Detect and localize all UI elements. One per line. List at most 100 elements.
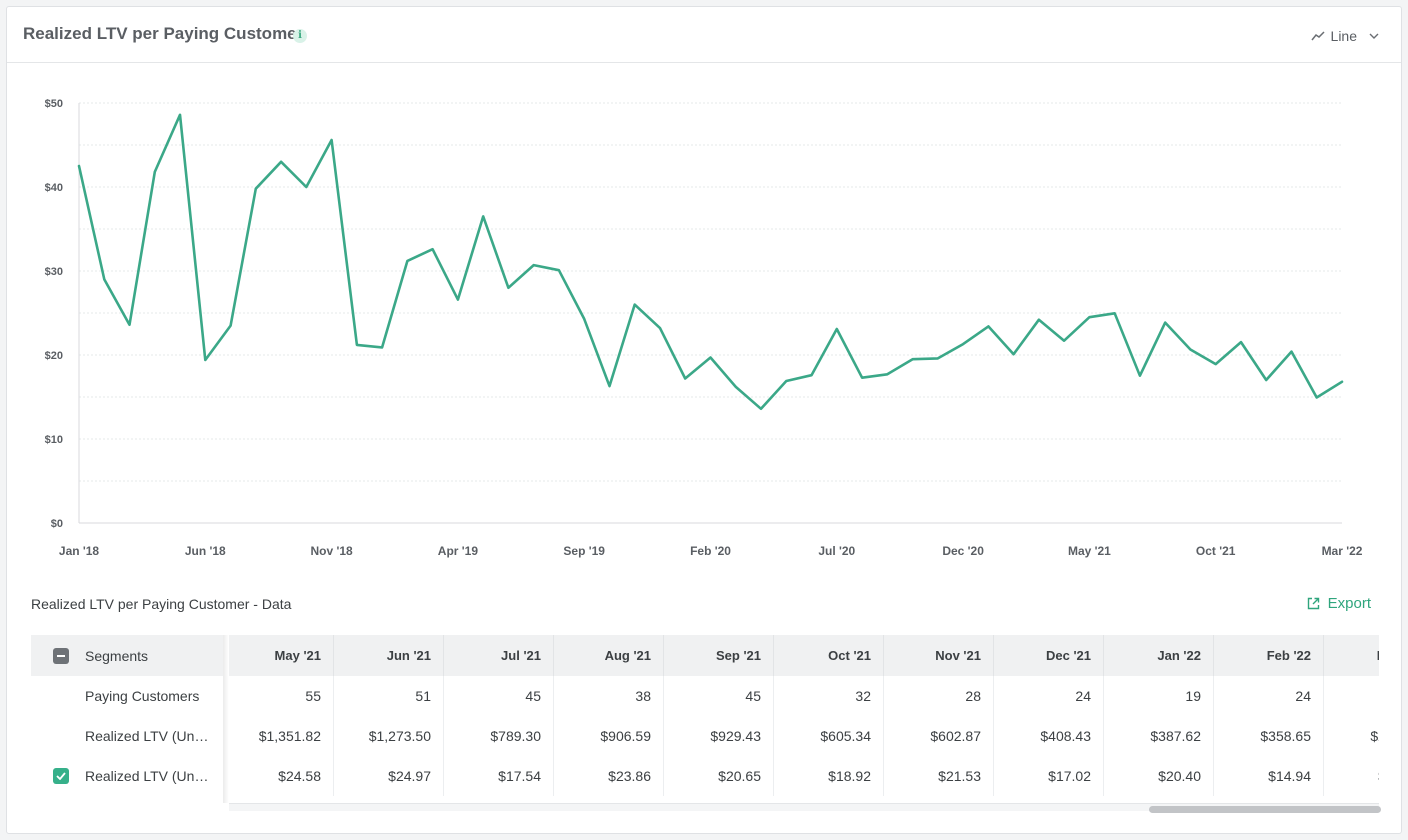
table-cell: $387.62: [1104, 716, 1214, 756]
column-header[interactable]: Mar '22: [1324, 635, 1379, 676]
export-button[interactable]: Export: [1307, 595, 1371, 612]
data-point: [1087, 315, 1092, 320]
table-cell: $24.58: [229, 756, 334, 796]
table-column: Jul '21 45 $789.30 $17.54: [444, 635, 554, 796]
data-point: [380, 345, 385, 350]
table-cell: $602.87: [884, 716, 994, 756]
table-column: Oct '21 32 $605.34 $18.92: [774, 635, 884, 796]
segment-label: Realized LTV (Un…: [85, 728, 209, 744]
data-point: [632, 302, 637, 307]
data-point: [935, 356, 940, 361]
table-cell: $17.02: [994, 756, 1104, 796]
export-label: Export: [1327, 595, 1371, 612]
table-cell: $1,351.82: [229, 716, 334, 756]
column-header[interactable]: Aug '21: [554, 635, 664, 676]
data-point: [860, 375, 865, 380]
column-header[interactable]: May '21: [229, 635, 334, 676]
table-cell: $20.40: [1104, 756, 1214, 796]
data-point: [809, 373, 814, 378]
x-tick-label: Jan '18: [59, 544, 100, 558]
data-point: [127, 322, 132, 327]
table-cell: 24: [1214, 676, 1324, 716]
data-point: [77, 164, 82, 169]
data-point: [279, 159, 284, 164]
column-header[interactable]: Jul '21: [444, 635, 554, 676]
data-point: [405, 258, 410, 263]
table-cell: 55: [229, 676, 334, 716]
data-point: [582, 316, 587, 321]
series-line: [77, 113, 1344, 411]
y-tick-label: $40: [45, 182, 63, 194]
segments-column: Segments Paying Customers Realized LTV (…: [31, 635, 223, 796]
column-header[interactable]: Jan '22: [1104, 635, 1214, 676]
data-point: [178, 112, 183, 117]
table-cell: $358.65: [1214, 716, 1324, 756]
table-column: Feb '22 24 $358.65 $14.94: [1214, 635, 1324, 796]
data-point: [304, 185, 309, 190]
column-header[interactable]: Dec '21: [994, 635, 1104, 676]
data-point: [481, 214, 486, 219]
table-cell: $17.54: [444, 756, 554, 796]
data-point: [506, 285, 511, 290]
scrollbar-thumb[interactable]: [1149, 806, 1381, 813]
table-scroll-area[interactable]: May '21 55 $1,351.82 $24.58 Jun '21 51 $1,273.…: [229, 635, 1379, 803]
horizontal-scrollbar[interactable]: [229, 803, 1381, 813]
data-point: [531, 263, 536, 268]
table-cell: 45: [664, 676, 774, 716]
data-point: [961, 342, 966, 347]
table-cell: $906.59: [554, 716, 664, 756]
segment-label: Paying Customers: [85, 688, 200, 704]
x-tick-label: Dec '20: [942, 544, 984, 558]
y-tick-label: $50: [45, 98, 63, 110]
table-cell: $21.53: [884, 756, 994, 796]
table-cell: $18.92: [774, 756, 884, 796]
x-tick-label: Jun '18: [185, 544, 226, 558]
table-cell: $14.94: [1214, 756, 1324, 796]
column-header[interactable]: Jun '21: [334, 635, 444, 676]
select-all-checkbox[interactable]: [53, 647, 69, 664]
table-column: Mar '2212$201.69$16.81: [1324, 635, 1379, 796]
data-point: [657, 326, 662, 331]
x-tick-label: Oct '21: [1196, 544, 1236, 558]
segment-checkbox[interactable]: [53, 768, 69, 784]
segment-label: Realized LTV (Un…: [85, 768, 209, 784]
table-column: May '21 55 $1,351.82 $24.58: [229, 635, 334, 796]
column-header[interactable]: Nov '21: [884, 635, 994, 676]
segment-row: Paying Customers: [31, 676, 223, 716]
data-point: [683, 376, 688, 381]
column-header[interactable]: Sep '21: [664, 635, 774, 676]
table-cell: 24: [994, 676, 1104, 716]
table-column: Jun '21 51 $1,273.50 $24.97: [334, 635, 444, 796]
table-cell: 12: [1324, 676, 1379, 716]
data-point: [910, 357, 915, 362]
data-point: [607, 384, 612, 389]
table-cell: $605.34: [774, 716, 884, 756]
table-cell: $20.65: [664, 756, 774, 796]
table-columns: May '21 55 $1,351.82 $24.58 Jun '21 51 $1,273.…: [229, 635, 1379, 796]
data-point: [354, 342, 359, 347]
data-point: [1238, 340, 1243, 345]
data-point: [1137, 373, 1142, 378]
data-point: [430, 247, 435, 252]
table-column: Sep '21 45 $929.43 $20.65: [664, 635, 774, 796]
table-cell: 28: [884, 676, 994, 716]
segment-row: Realized LTV (Un…: [31, 716, 223, 756]
segments-header: Segments: [31, 635, 223, 676]
table-column: Dec '21 24 $408.43 $17.02: [994, 635, 1104, 796]
data-point: [733, 384, 738, 389]
data-section-title: Realized LTV per Paying Customer - Data: [31, 596, 292, 612]
column-header[interactable]: Oct '21: [774, 635, 884, 676]
data-point: [759, 406, 764, 411]
table-column: Aug '21 38 $906.59 $23.86: [554, 635, 664, 796]
data-point: [834, 326, 839, 331]
data-point: [556, 268, 561, 273]
external-link-icon: [1307, 597, 1319, 610]
check-icon: [56, 772, 66, 780]
x-tick-label: Mar '22: [1322, 544, 1363, 558]
column-header[interactable]: Feb '22: [1214, 635, 1324, 676]
minus-icon: [57, 654, 65, 657]
table-column: Jan '22 19 $387.62 $20.40: [1104, 635, 1214, 796]
data-point: [986, 324, 991, 329]
table-cell: $201.69: [1324, 716, 1379, 756]
chart-card: Realized LTV per Paying Customer i Line …: [6, 6, 1402, 834]
